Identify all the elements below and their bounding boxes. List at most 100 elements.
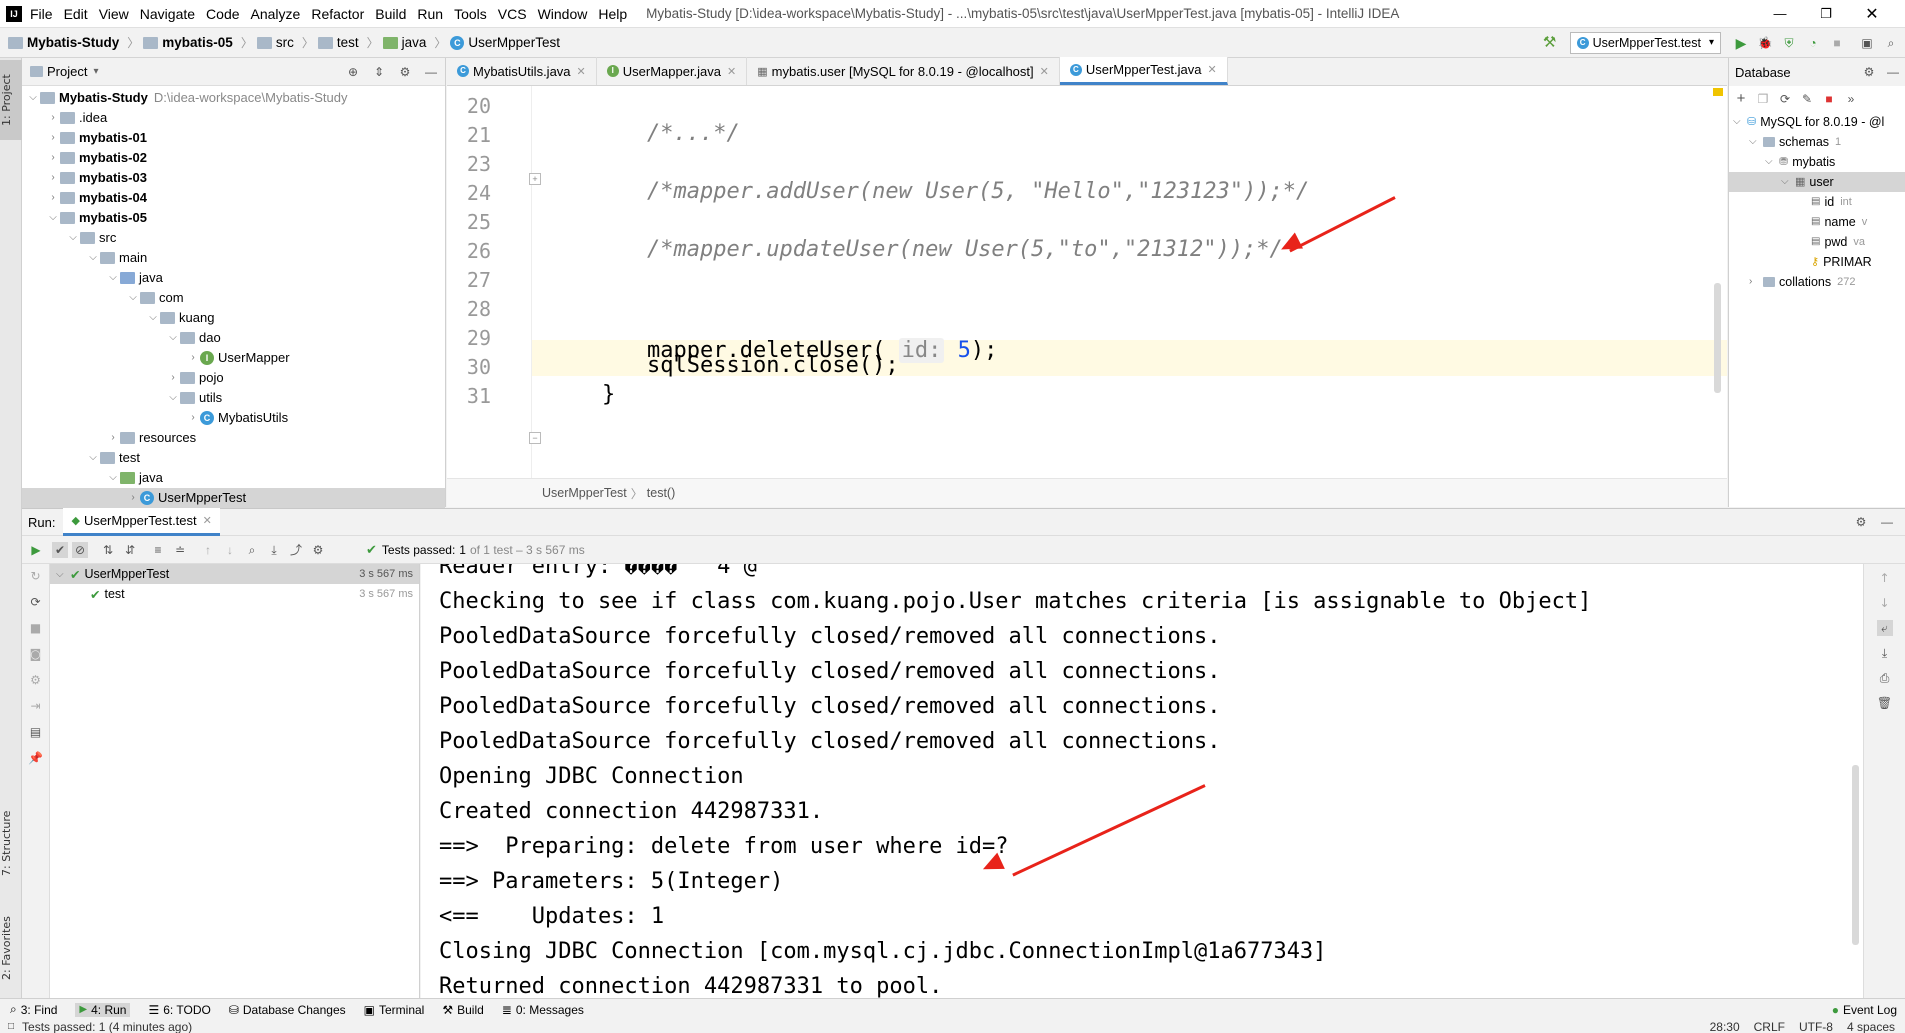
tool-terminal[interactable]: ▣ Terminal	[364, 1003, 425, 1017]
gear-icon[interactable]: ⚙	[397, 64, 413, 80]
menu-item-tools[interactable]: Tools	[454, 6, 487, 22]
chevron-right-icon[interactable]: ›	[126, 488, 140, 508]
tree-item[interactable]: › pojo	[22, 368, 445, 388]
indent-setting[interactable]: 4 spaces	[1847, 1020, 1895, 1033]
menu-item-vcs[interactable]: VCS	[498, 6, 527, 22]
show-ignored-icon[interactable]: ⊘	[72, 542, 88, 558]
chevron-down-icon[interactable]: ⌵	[26, 88, 40, 108]
menu-item-help[interactable]: Help	[598, 6, 627, 22]
tree-item[interactable]: › I UserMapper	[22, 348, 445, 368]
code-line[interactable]: /*mapper.addUser(new User(5, "Hello","12…	[647, 179, 1309, 204]
gear-icon[interactable]: ⚙	[310, 542, 326, 558]
close-icon[interactable]: ✕	[203, 514, 212, 527]
tree-item-root[interactable]: ⌵ Mybatis-Study D:\idea-workspace\Mybati…	[22, 88, 445, 108]
stop-icon[interactable]: ■	[1829, 35, 1845, 51]
collapse-all-icon[interactable]: ≐	[172, 542, 188, 558]
settings-icon[interactable]: ⚙	[28, 672, 44, 688]
chevron-right-icon[interactable]: ›	[46, 128, 60, 148]
fold-icon[interactable]: +	[529, 173, 541, 185]
sort-duration-icon[interactable]: ⇵	[122, 542, 138, 558]
tree-item-selected[interactable]: › C UserMpperTest	[22, 488, 445, 508]
print-icon[interactable]: ⎙	[1877, 670, 1893, 686]
db-tree-item[interactable]: ⌵ ⛁ MySQL for 8.0.19 - @l	[1729, 112, 1905, 132]
tree-item[interactable]: ⌵ dao	[22, 328, 445, 348]
chevron-down-icon[interactable]: ⌵	[66, 228, 80, 248]
menu-item-view[interactable]: View	[99, 6, 129, 22]
menu-item-edit[interactable]: Edit	[64, 6, 88, 22]
tree-item[interactable]: › mybatis-01	[22, 128, 445, 148]
code-line[interactable]: }	[602, 382, 615, 407]
close-window-icon[interactable]: ✕	[1849, 4, 1895, 24]
tool-build[interactable]: ⚒ Build	[442, 1003, 483, 1017]
disconnect-icon[interactable]: ■	[1821, 91, 1837, 107]
tree-item[interactable]: › mybatis-02	[22, 148, 445, 168]
expand-all-icon[interactable]: ≡	[150, 542, 166, 558]
exit-icon[interactable]: ⇥	[28, 698, 44, 714]
tree-item[interactable]: › mybatis-04	[22, 188, 445, 208]
chevron-right-icon[interactable]: ›	[166, 368, 180, 388]
gear-icon[interactable]: ⚙	[1861, 64, 1877, 80]
fold-icon[interactable]: −	[529, 432, 541, 444]
menu-item-navigate[interactable]: Navigate	[140, 6, 195, 22]
menu-item-window[interactable]: Window	[538, 6, 588, 22]
tool-run[interactable]: ▶ 4: Run	[75, 1002, 131, 1017]
run-config-select[interactable]: C UserMpperTest.test ▾	[1569, 31, 1721, 54]
db-tree-item[interactable]: ▤ name v	[1729, 212, 1905, 232]
menu-item-refactor[interactable]: Refactor	[311, 6, 364, 22]
gear-icon[interactable]: ⚙	[1853, 514, 1869, 530]
tree-item[interactable]: ⌵ test	[22, 448, 445, 468]
soft-wrap-icon[interactable]: ⤶	[1876, 620, 1893, 636]
db-tree-item[interactable]: ▤ pwd va	[1729, 232, 1905, 252]
minimize-icon[interactable]: —	[1757, 6, 1803, 21]
tree-item[interactable]: ⌵ src	[22, 228, 445, 248]
test-suite-row[interactable]: ⌵ ✔ UserMpperTest 3 s 567 ms	[50, 564, 419, 584]
toggle-auto-test-icon[interactable]: ⟳	[28, 594, 44, 610]
tab-mybatis-user[interactable]: ▦ mybatis.user [MySQL for 8.0.19 - @local…	[747, 57, 1060, 85]
tool-messages[interactable]: ≣ 0: Messages	[502, 1003, 584, 1017]
locate-icon[interactable]: ⊕	[345, 64, 361, 80]
chevron-right-icon[interactable]: ›	[46, 108, 60, 128]
chevron-down-icon[interactable]: ⌵	[166, 388, 180, 408]
db-tree-item-selected[interactable]: ⌵ ▦ user	[1729, 172, 1905, 192]
chevron-down-icon[interactable]: ⌵	[166, 328, 180, 348]
rerun-icon[interactable]: ▶	[28, 542, 44, 558]
tree-item[interactable]: ⌵ main	[22, 248, 445, 268]
chevron-right-icon[interactable]: ›	[186, 348, 200, 368]
tab-favorites[interactable]: 2: Favorites	[0, 903, 22, 993]
copy-icon[interactable]: ❐	[1755, 91, 1771, 107]
project-panel-title[interactable]: Project	[47, 64, 87, 79]
code-line[interactable]: /*mapper.updateUser(new User(5,"to","213…	[647, 237, 1283, 262]
db-tree-item[interactable]: › collations 272	[1729, 272, 1905, 292]
project-structure-icon[interactable]: ▣	[1859, 35, 1875, 51]
up-arrow-icon[interactable]: ↑	[1877, 570, 1893, 586]
camera-icon[interactable]: ◙	[28, 646, 44, 662]
close-icon[interactable]: ✕	[577, 65, 586, 78]
menu-item-analyze[interactable]: Analyze	[251, 6, 301, 22]
down-arrow-icon[interactable]: ↓	[1877, 595, 1893, 611]
tree-item[interactable]: ›. idea	[22, 108, 445, 128]
maximize-icon[interactable]: ❐	[1803, 6, 1849, 22]
chevron-down-icon[interactable]: ⌵	[106, 268, 120, 288]
tree-item[interactable]: › resources	[22, 428, 445, 448]
cursor-position[interactable]: 28:30	[1710, 1020, 1740, 1033]
hide-icon[interactable]: —	[1879, 514, 1895, 530]
console-scrollbar[interactable]	[1852, 765, 1859, 945]
menu-item-run[interactable]: Run	[417, 6, 443, 22]
chevron-right-icon[interactable]: ›	[46, 168, 60, 188]
chevron-right-icon[interactable]: ›	[46, 148, 60, 168]
tool-event-log[interactable]: ● Event Log	[1832, 1003, 1897, 1017]
tree-item[interactable]: ⌵ java	[22, 468, 445, 488]
search-everywhere-icon[interactable]: ⌕	[1883, 35, 1899, 51]
stop-icon[interactable]: ■	[28, 620, 44, 636]
chevron-down-icon[interactable]: ⌵	[86, 248, 100, 268]
hide-icon[interactable]: —	[1885, 64, 1901, 80]
previous-icon[interactable]: ↑	[200, 542, 216, 558]
breadcrumb-item[interactable]: java	[382, 35, 426, 50]
tree-item[interactable]: ⌵ utils	[22, 388, 445, 408]
tree-item[interactable]: ⌵ java	[22, 268, 445, 288]
tree-item[interactable]: › mybatis-03	[22, 168, 445, 188]
build-hammer-icon[interactable]: ⚒	[1542, 34, 1558, 51]
run-tab[interactable]: ◆ UserMpperTest.test ✕	[63, 508, 220, 536]
tree-item[interactable]: ⌵ com	[22, 288, 445, 308]
breadcrumb-item[interactable]: test	[317, 35, 359, 50]
